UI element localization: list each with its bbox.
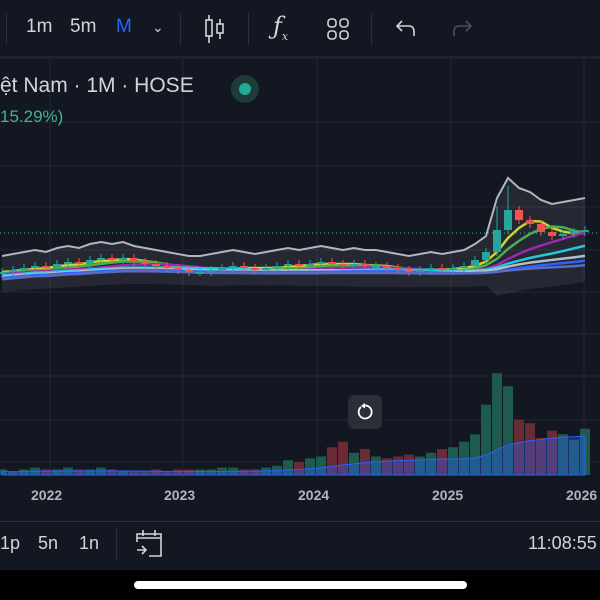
market-status-dot — [231, 75, 259, 103]
redo-icon[interactable] — [450, 18, 474, 38]
undo-icon[interactable] — [394, 18, 418, 38]
candle-body — [97, 258, 105, 260]
candle-body — [504, 210, 512, 230]
candle-body — [196, 272, 204, 274]
candle-body — [64, 262, 72, 264]
candle-body — [31, 266, 39, 268]
price-chart[interactable] — [0, 59, 600, 477]
candle-body — [548, 232, 556, 236]
interval-1m[interactable]: 1m — [26, 16, 52, 38]
candle-body — [581, 230, 589, 232]
year-label: 2026 — [566, 487, 598, 503]
candle-body — [42, 266, 50, 268]
divider — [248, 13, 249, 45]
candle-body — [75, 262, 83, 264]
layout-grid-icon[interactable] — [326, 17, 350, 41]
candle-body — [416, 270, 424, 272]
divider — [371, 13, 372, 45]
candle-body — [174, 268, 182, 270]
candle-body — [317, 262, 325, 264]
candle-body — [152, 264, 160, 266]
rotate-icon — [357, 403, 373, 420]
candle-body — [0, 272, 6, 274]
candlestick-icon[interactable] — [204, 14, 226, 44]
go-to-date-icon[interactable] — [135, 528, 163, 558]
reset-chart-button[interactable] — [348, 395, 382, 429]
candle-body — [493, 230, 501, 252]
divider — [116, 528, 117, 560]
year-label: 2024 — [298, 487, 330, 503]
candle-body — [427, 268, 435, 270]
candle-body — [185, 270, 193, 272]
candle-body — [559, 234, 567, 236]
range-1y[interactable]: 1n — [79, 533, 99, 554]
chevron-down-icon[interactable]: ⌄ — [152, 19, 164, 36]
divider — [6, 13, 7, 45]
candle-body — [119, 258, 127, 260]
range-1d[interactable]: 1p — [0, 533, 20, 554]
candle-body — [218, 268, 226, 270]
interval-month[interactable]: M — [116, 16, 132, 38]
candle-body — [108, 258, 116, 260]
candle-body — [526, 220, 534, 224]
bottom-bar: 1p 5n 1n 11:08:55 — [0, 522, 600, 570]
candle-body — [471, 260, 479, 266]
candle-body — [284, 264, 292, 266]
indicators-fx-icon[interactable]: ƒx — [273, 12, 288, 43]
year-label: 2023 — [164, 487, 196, 503]
year-label: 2022 — [31, 487, 63, 503]
price-change: 15.29%) — [0, 107, 64, 126]
candle-body — [570, 232, 578, 234]
divider — [180, 13, 181, 45]
interval-5m[interactable]: 5m — [70, 16, 96, 38]
candle-body — [328, 262, 336, 264]
candle-body — [163, 266, 171, 268]
candle-body — [438, 268, 446, 270]
candle-body — [405, 270, 413, 272]
home-indicator[interactable] — [134, 581, 467, 589]
candle-body — [372, 266, 380, 268]
candle-body — [229, 266, 237, 268]
candle-body — [251, 268, 259, 270]
candle-body — [482, 252, 490, 260]
candle-body — [86, 260, 94, 264]
candle-body — [383, 266, 391, 268]
candle-body — [394, 268, 402, 270]
clock-time: 11:08:55 — [528, 533, 597, 553]
symbol-title: ệt Nam · 1M · HOSE — [0, 74, 194, 97]
toolbar: 1m 5m M ⌄ ƒx — [0, 0, 600, 59]
candle-body — [361, 264, 369, 266]
range-5d[interactable]: 5n — [38, 533, 58, 554]
candle-body — [306, 264, 314, 266]
candle-body — [9, 270, 17, 272]
candle-body — [273, 266, 281, 268]
time-axis[interactable]: 2022 2023 2024 2025 2026 — [0, 477, 600, 522]
candle-body — [339, 264, 347, 266]
candle-body — [141, 262, 149, 264]
candle-body — [20, 268, 28, 270]
candle-body — [537, 224, 545, 232]
candle-body — [515, 210, 523, 220]
candle-body — [460, 266, 468, 268]
home-indicator-area — [0, 570, 600, 600]
candle-body — [240, 266, 248, 268]
candle-body — [295, 264, 303, 266]
candle-body — [53, 264, 61, 268]
candle-body — [350, 264, 358, 266]
candle-body — [449, 268, 457, 270]
candle-body — [130, 258, 138, 262]
candle-body — [207, 270, 215, 272]
year-label: 2025 — [432, 487, 464, 503]
candle-body — [262, 268, 270, 270]
